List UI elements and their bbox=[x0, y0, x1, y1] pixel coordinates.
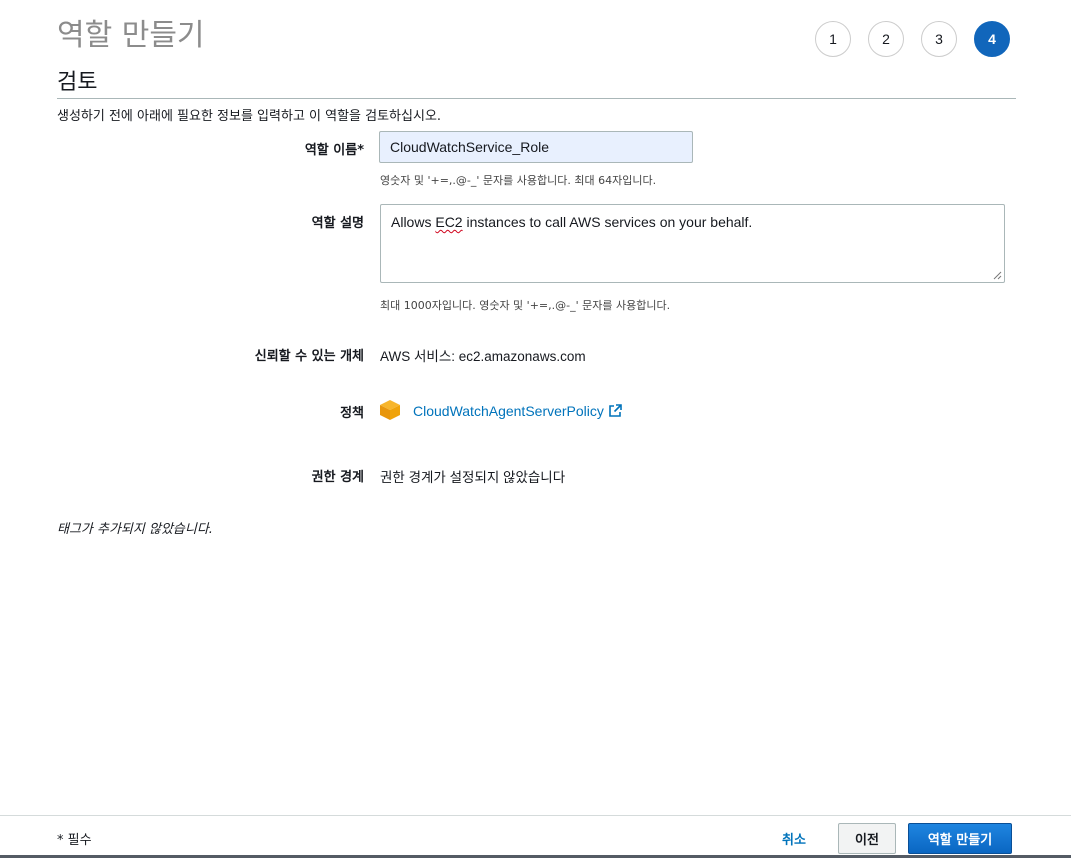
policy-cube-icon bbox=[380, 400, 400, 420]
role-name-label: 역할 이름* bbox=[304, 143, 364, 158]
create-role-button[interactable]: 역할 만들기 bbox=[908, 823, 1012, 854]
section-divider bbox=[57, 98, 1016, 99]
trusted-entity-value: AWS 서비스: ec2.amazonaws.com bbox=[380, 349, 586, 364]
role-description-label: 역할 설명 bbox=[311, 216, 364, 231]
permissions-boundary-value: 권한 경계가 설정되지 않았습니다 bbox=[380, 470, 566, 485]
step-1[interactable]: 1 bbox=[815, 21, 851, 57]
role-description-hint: 최대 1000자입니다. 영숫자 및 '+=,.@-_' 문자를 사용합니다. bbox=[380, 299, 671, 312]
page-title: 역할 만들기 bbox=[57, 18, 205, 53]
cancel-button[interactable]: 취소 bbox=[772, 827, 816, 850]
trusted-entity-label: 신뢰할 수 있는 개체 bbox=[254, 349, 364, 364]
wizard-steps: 1 2 3 4 bbox=[815, 21, 1010, 57]
role-name-hint: 영숫자 및 '+=,.@-_' 문자를 사용합니다. 최대 64자입니다. bbox=[380, 174, 657, 187]
section-title: 검토 bbox=[57, 70, 98, 95]
intro-text: 생성하기 전에 아래에 필요한 정보를 입력하고 이 역할을 검토하십시오. bbox=[57, 109, 442, 124]
role-name-input[interactable] bbox=[379, 131, 693, 163]
footer-divider bbox=[0, 815, 1071, 816]
policies-label: 정책 bbox=[340, 406, 364, 421]
external-link-icon bbox=[609, 404, 622, 417]
description-text-start: Allows bbox=[391, 214, 436, 230]
policy-link[interactable]: CloudWatchAgentServerPolicy bbox=[413, 403, 622, 419]
policy-link-label: CloudWatchAgentServerPolicy bbox=[413, 403, 604, 419]
spellcheck-flagged-word: EC2 bbox=[435, 214, 463, 230]
step-2[interactable]: 2 bbox=[868, 21, 904, 57]
description-text-end: instances to call AWS services on your b… bbox=[462, 214, 753, 230]
step-4-current: 4 bbox=[974, 21, 1010, 57]
permissions-boundary-label: 권한 경계 bbox=[311, 470, 364, 485]
resize-handle-icon[interactable] bbox=[993, 271, 1002, 280]
role-description-textarea[interactable]: Allows EC2 instances to call AWS service… bbox=[380, 204, 1005, 283]
previous-button[interactable]: 이전 bbox=[838, 823, 896, 854]
step-3[interactable]: 3 bbox=[921, 21, 957, 57]
required-note: * 필수 bbox=[57, 833, 92, 848]
tags-note: 태그가 추가되지 않았습니다. bbox=[57, 522, 213, 537]
